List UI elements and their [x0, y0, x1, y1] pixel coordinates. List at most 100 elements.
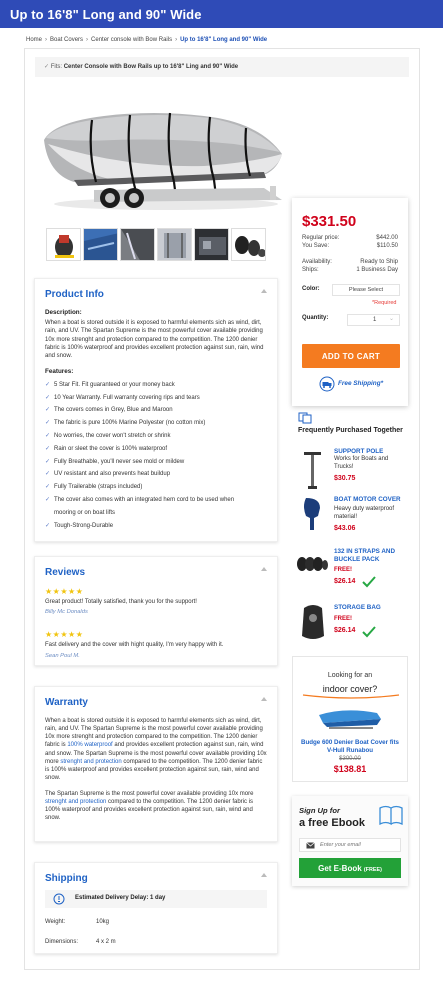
fbt-item-name[interactable]: SUPPORT POLE: [334, 448, 406, 456]
list-item: ✓ 10 Year Warranty. Full warranty coverin…: [45, 392, 267, 405]
get-ebook-suffix: (FREE): [363, 866, 382, 873]
warranty-text: The Spartan Supreme is the most powerful…: [45, 790, 254, 797]
breadcrumb-home[interactable]: Home: [26, 37, 42, 43]
promo-new-price: $138.81: [333, 764, 367, 774]
collapse-caret-icon[interactable]: [261, 697, 267, 701]
check-icon: ✓: [45, 471, 51, 478]
review-author: Billy Mc Donalds: [45, 608, 88, 615]
warranty-panel: Warranty When a boat is stored outside i…: [34, 686, 278, 842]
protection-link[interactable]: strenght and protection: [60, 759, 121, 765]
review-item: ★★★★★ Fast delivery and the cover with h…: [45, 630, 267, 660]
availability-value: Ready to Ship: [360, 259, 398, 265]
review-text: Great product! Totally satisfied, thank …: [45, 598, 197, 605]
straps-image: [297, 557, 328, 571]
support-pole-image: [304, 452, 321, 489]
fbt-item-free: FREE!: [334, 616, 352, 622]
review-author: Sean Poul M.: [45, 652, 80, 659]
breadcrumb-separator: ›: [45, 37, 48, 43]
you-save-row: You Save: $110.50: [302, 242, 398, 250]
fbt-item-name[interactable]: 132 IN STRAPS AND BUCKLE PACK: [334, 548, 406, 564]
color-select[interactable]: Please Select: [332, 284, 400, 296]
promo-underline-icon: [302, 694, 400, 699]
email-field[interactable]: Enter your email: [299, 838, 401, 852]
fbt-item-desc: Heavy duty waterproof material!: [334, 506, 395, 520]
thumbnail[interactable]: [194, 228, 229, 261]
ships-value: 1 Business Day: [356, 267, 398, 273]
features-label: Features:: [45, 368, 74, 376]
collapse-caret-icon[interactable]: [261, 289, 267, 293]
color-select-value: Please Select: [348, 287, 384, 293]
promo-old-price: $300.00: [339, 756, 361, 762]
quantity-select[interactable]: 1 ⌄: [347, 314, 400, 326]
list-item: ✓ Tough-Strong-Durable: [45, 520, 267, 533]
list-item: ✓ Fully Breathable, you'll never see mold…: [45, 456, 267, 469]
book-icon: [379, 805, 403, 826]
ships-row: Ships: 1 Business Day: [302, 266, 398, 274]
collapse-caret-icon[interactable]: [261, 567, 267, 571]
motor-cover-image: [304, 498, 320, 530]
boat-cover-thumbnail: [319, 710, 381, 729]
check-icon: ✓: [45, 433, 51, 440]
fbt-item[interactable]: STORAGE BAG FREE! $26.14: [296, 604, 408, 646]
fbt-item-name[interactable]: STORAGE BAG: [334, 604, 406, 612]
regular-price-value: $442.00: [376, 235, 398, 241]
thumbnail[interactable]: [231, 228, 266, 261]
review-item: ★★★★★ Great product! Totally satisfied, …: [45, 587, 267, 617]
feature-text: The covers comes in Grey, Blue and Maroo…: [54, 407, 173, 414]
fbt-item[interactable]: SUPPORT POLE Works for Boats and Trucks!…: [296, 448, 408, 490]
fbt-item[interactable]: BOAT MOTOR COVER Heavy duty waterproof m…: [296, 496, 408, 538]
check-icon: ✓: [45, 522, 51, 529]
waterproof-link[interactable]: 100% waterproof: [67, 742, 112, 748]
dimensions-label: Dimensions:: [45, 938, 79, 945]
thumbnail[interactable]: [46, 228, 81, 261]
product-info-title: Product Info: [45, 289, 104, 300]
check-icon: ✓: [45, 381, 51, 388]
check-icon: [362, 576, 376, 588]
breadcrumb: Home › Boat Covers › Center console with Bow…: [26, 36, 267, 44]
check-icon: ✓: [45, 420, 51, 427]
breadcrumb-boat-covers[interactable]: Boat Covers: [50, 37, 83, 43]
description-text: When a boat is stored outside it is expo…: [45, 320, 264, 360]
check-icon: ✓: [44, 64, 50, 70]
thumbnail[interactable]: [83, 228, 118, 261]
check-icon: ✓: [45, 484, 51, 491]
ships-label: Ships:: [302, 267, 319, 273]
fits-value: Center Console with Bow Rails up to 16'8…: [63, 64, 239, 70]
shipping-panel: Shipping Estimated Delivery Delay: 1 day…: [34, 862, 278, 954]
shipping-row: Weight: 10kg: [45, 918, 267, 926]
add-to-cart-button[interactable]: ADD TO CART: [302, 344, 400, 368]
shipping-title: Shipping: [45, 873, 88, 884]
fbt-item-name[interactable]: BOAT MOTOR COVER: [334, 496, 406, 504]
get-ebook-button[interactable]: Get E-Book (FREE): [299, 858, 401, 878]
check-icon: [362, 626, 376, 638]
you-save-label: You Save:: [302, 243, 330, 249]
weight-label: Weight:: [45, 918, 66, 925]
promo-product-name[interactable]: Budge 600 Denier Boat Cover fits V-Hull …: [299, 739, 401, 755]
fbt-item[interactable]: 132 IN STRAPS AND BUCKLE PACK FREE! $26.…: [296, 548, 408, 590]
envelope-icon: [306, 842, 315, 849]
thumbnail[interactable]: [157, 228, 192, 261]
protection-link[interactable]: strenght and protection: [45, 799, 106, 805]
fbt-item-price: $26.14: [334, 578, 356, 585]
collapse-caret-icon[interactable]: [261, 873, 267, 877]
thumbnail[interactable]: [120, 228, 155, 261]
breadcrumb-center-console[interactable]: Center console with Bow Rails: [91, 37, 172, 43]
review-text: Fast delivery and the cover with hight q…: [45, 642, 224, 649]
required-note: *Required: [372, 300, 397, 306]
quantity-value: 1: [373, 317, 377, 323]
description-label: Description:: [45, 308, 82, 316]
regular-price-row: Regular price: $442.00: [302, 234, 398, 242]
feature-text: The fabric is pure 100% Marine Polyester…: [54, 420, 206, 427]
ebook-signup: Sign Up for a free Ebook Enter your emai…: [292, 796, 408, 886]
dimensions-value: 4 x 2 m: [96, 938, 116, 945]
frequently-purchased-title: Frequently Purchased Together: [298, 427, 403, 434]
feature-text: No worries, the cover won't stretch or s…: [54, 433, 171, 440]
shipping-row: Dimensions: 4 x 2 m: [45, 938, 267, 946]
product-image[interactable]: [34, 82, 290, 222]
thumbnail-strip: [46, 228, 266, 262]
fbt-item-desc: Works for Boats and Trucks!: [334, 456, 389, 470]
check-icon: ✓: [45, 458, 51, 465]
ebook-title-line-1: Sign Up for: [299, 806, 340, 815]
indoor-cover-promo[interactable]: Looking for an indoor cover? Budge 600 D…: [292, 656, 408, 782]
free-shipping: Free Shipping*: [319, 376, 383, 392]
